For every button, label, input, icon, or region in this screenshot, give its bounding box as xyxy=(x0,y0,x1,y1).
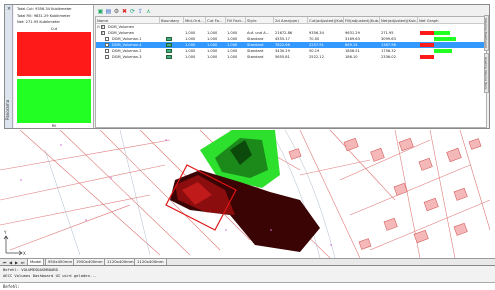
fill-graph-bar xyxy=(17,79,91,123)
row-cut: 2522.12 xyxy=(309,55,324,59)
chart-icon[interactable]: ⋏ xyxy=(145,8,152,15)
palette-toolbar: ▣ ▤ ⚙ ✖ ⟳ ⇪ ⋏ xyxy=(95,7,165,16)
command-history-line: AECC Volumes Dashboard UI wird geladen..… xyxy=(3,273,97,278)
layout-tabs-bar: ⏮ ◀ ▶ ⏭ Model 950x400mm 1950x400mm 1120x… xyxy=(0,258,495,266)
net-graph-fill xyxy=(434,49,452,53)
row-area: 5655.81 xyxy=(275,55,290,59)
svg-text:X: X xyxy=(23,251,26,256)
col-header-fill[interactable]: Fill(adjusted)(Kub... xyxy=(344,17,380,24)
total-fill-text: Total Fill: 9831.29 Kubikmeter xyxy=(17,14,71,18)
boundary-icon xyxy=(166,37,172,41)
boundary-icon xyxy=(166,55,172,59)
net-graph-cut xyxy=(420,55,434,59)
command-prompt: Befehl: xyxy=(3,284,20,289)
total-cut-text: Total Cut: 9356.34 Kubikmeter xyxy=(17,7,72,11)
row-cut-factor: 1.000 xyxy=(207,55,218,59)
summary-panel: Total Cut: 9356.34 Kubikmeter Total Fill… xyxy=(14,5,94,128)
boundary-icon xyxy=(166,43,172,47)
command-history-line: Befehl: VOLUMESDASHBOARD xyxy=(3,267,58,272)
refresh-icon[interactable]: ⟳ xyxy=(129,8,136,15)
net-graph-fill xyxy=(434,37,456,41)
close-icon[interactable]: × xyxy=(6,6,12,12)
row-name: DGM_Voluman.3 xyxy=(112,55,142,59)
net-graph-cut xyxy=(420,31,434,35)
export-icon[interactable]: ⇪ xyxy=(137,8,144,15)
cut-graph-bar xyxy=(17,32,91,76)
col-header-fill-factor[interactable]: Fill Fact... xyxy=(226,17,246,24)
command-input[interactable]: Befehl: xyxy=(0,282,495,290)
volumes-table: Name Boundary Mid-Ord... Cut Fa... Fill … xyxy=(95,16,487,128)
col-header-net[interactable]: Net(adjusted)(Kub... xyxy=(380,17,418,24)
volumes-dashboard-palette: × Panorama Total Cut: 9356.34 Kubikmeter… xyxy=(4,4,490,129)
visibility-checkbox[interactable] xyxy=(105,43,109,47)
visibility-checkbox[interactable] xyxy=(105,37,109,41)
palette-titlebar[interactable]: × Panorama xyxy=(5,5,13,128)
cut-label: Cut xyxy=(50,27,58,31)
visibility-checkbox[interactable] xyxy=(101,24,105,30)
tab-grading-volume-tools[interactable]: Grading Volume Tools xyxy=(484,53,489,93)
row-style: Standard xyxy=(247,55,264,59)
options-icon[interactable]: ⚙ xyxy=(113,8,120,15)
col-header-cut-factor[interactable]: Cut Fa... xyxy=(206,17,226,24)
table-row[interactable]: DGM_Voluman.3 1.000 1.000 1.000 Standard… xyxy=(96,54,486,60)
col-header-name[interactable]: Name xyxy=(96,17,160,24)
net-text: Net: 271.95 Kubikmeter xyxy=(17,20,61,24)
row-mid-ordinate: 1.000 xyxy=(185,55,196,59)
col-header-boundary[interactable]: Boundary xyxy=(160,17,184,24)
command-line: Befehl: VOLUMESDASHBOARD AECC Volumes Da… xyxy=(0,265,495,290)
visibility-checkbox[interactable] xyxy=(101,30,105,36)
new-volume-icon[interactable]: ▣ xyxy=(97,8,104,15)
row-fill: 186.10 xyxy=(345,55,358,59)
fill-label: Fill xyxy=(51,124,57,128)
palette-side-tabs: Volumes Dashboard Grading Volume Tools xyxy=(484,13,489,133)
visibility-checkbox[interactable] xyxy=(105,49,109,53)
row-fill-factor: 1.000 xyxy=(227,55,238,59)
tab-volumes-dashboard[interactable]: Volumes Dashboard xyxy=(484,15,489,51)
visibility-checkbox[interactable] xyxy=(105,55,109,59)
svg-text:Y: Y xyxy=(3,230,7,235)
row-net: 2336.02 xyxy=(381,55,396,59)
net-graph-fill xyxy=(434,31,450,35)
dashboard-icon[interactable]: ▤ xyxy=(105,8,112,15)
net-graph-cut xyxy=(420,43,434,47)
delete-icon[interactable]: ✖ xyxy=(121,8,128,15)
col-header-net-graph[interactable]: Net Graph xyxy=(418,17,486,24)
boundary-icon xyxy=(166,49,172,53)
palette-title: Panorama xyxy=(5,99,10,121)
col-header-mid-ordinate[interactable]: Mid-Ord... xyxy=(184,17,206,24)
col-header-cut[interactable]: Cut(adjusted)(Kub... xyxy=(308,17,344,24)
col-header-style[interactable]: Style xyxy=(246,17,274,24)
col-header-2d-area[interactable]: 2d Area(qm) xyxy=(274,17,308,24)
